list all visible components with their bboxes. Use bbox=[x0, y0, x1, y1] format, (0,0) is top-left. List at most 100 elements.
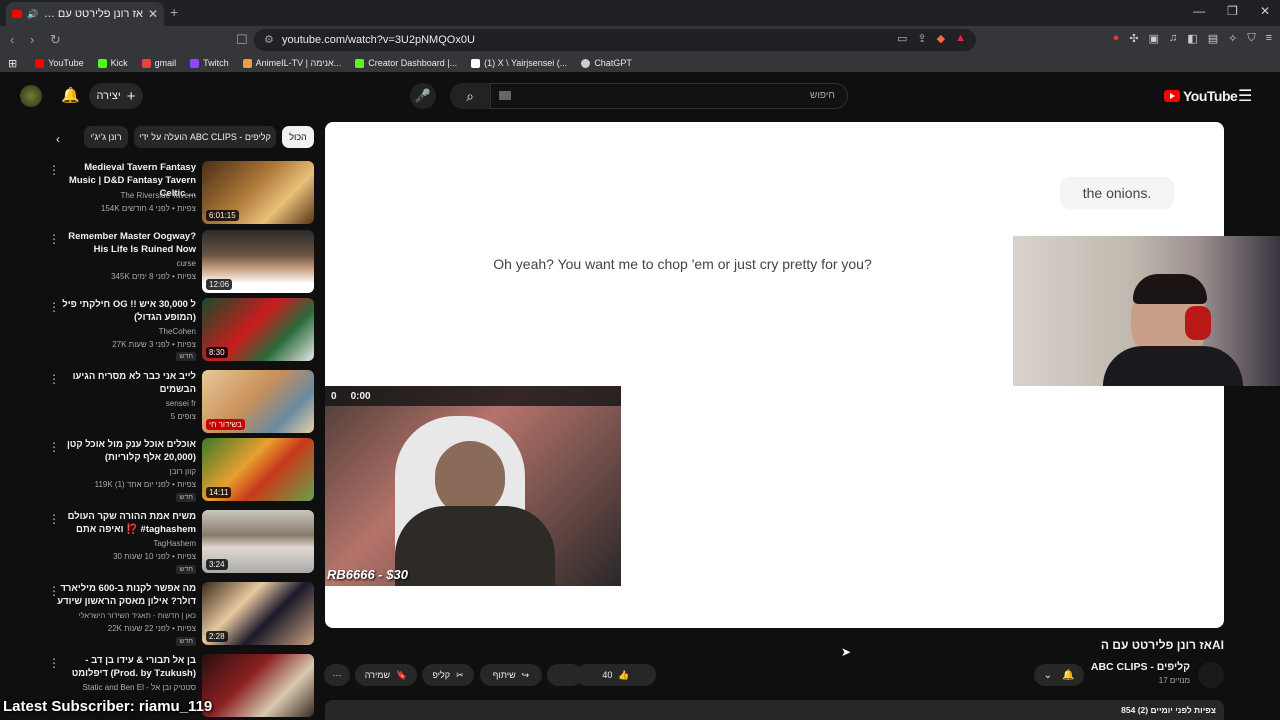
brave-shield-icon[interactable]: ◆ bbox=[937, 32, 945, 45]
share-icon[interactable]: ⇪ bbox=[917, 32, 926, 45]
recommendation-item[interactable]: בשידור חי לייב אני כבר לא מסריח הגיעו הב… bbox=[48, 370, 314, 434]
close-tab-icon[interactable]: ✕ bbox=[148, 7, 158, 21]
cast-icon[interactable]: ▭ bbox=[897, 32, 907, 45]
vpn-icon[interactable]: ⛉ bbox=[1247, 32, 1255, 45]
chip-all[interactable]: הכול bbox=[282, 126, 314, 148]
site-info-icon[interactable]: ⚙ bbox=[264, 33, 274, 46]
video-title[interactable]: חילקתי פיל OG ל 30,000 איש !! (המופע הגד… bbox=[56, 298, 196, 324]
create-button[interactable]: יצירה + bbox=[89, 83, 143, 109]
youtube-logo[interactable]: YouTube bbox=[1164, 88, 1238, 104]
channel-name[interactable]: Static and Ben El - סטטיק ובן אל bbox=[56, 683, 196, 692]
url-bar[interactable]: ⚙ youtube.com/watch?v=3U2pNMQOx0U ▭ ⇪ ◆ … bbox=[254, 29, 976, 51]
video-thumbnail[interactable]: 14:11 bbox=[202, 438, 314, 501]
more-options-icon[interactable]: ⋮ bbox=[48, 584, 60, 598]
channel-avatar[interactable] bbox=[1198, 662, 1224, 688]
channel-name-main[interactable]: ABC CLIPS - קליפים bbox=[1091, 661, 1190, 673]
bookmark-creator-dashboard[interactable]: Creator Dashboard |... bbox=[355, 58, 457, 68]
speaker-icon[interactable]: 🔊 bbox=[27, 9, 38, 20]
channel-name[interactable]: curse bbox=[56, 259, 196, 268]
bookmark-label: gmail bbox=[154, 58, 177, 68]
recommendation-item[interactable]: 3:24 משיח אמת ההורה שקר העולם ואיפה אתם … bbox=[48, 510, 314, 574]
video-thumbnail[interactable]: 2:28 bbox=[202, 582, 314, 645]
dislike-button[interactable] bbox=[547, 664, 583, 686]
reload-icon[interactable]: ↻ bbox=[50, 32, 61, 48]
more-options-icon[interactable]: ⋮ bbox=[48, 163, 60, 177]
video-title[interactable]: Remember Master Oogway? His Life Is Ruin… bbox=[56, 230, 196, 256]
back-icon[interactable]: ‹ bbox=[10, 32, 14, 47]
music-icon[interactable]: ♫ bbox=[1169, 32, 1177, 45]
search-button[interactable]: ⌕ bbox=[450, 83, 490, 109]
video-thumbnail[interactable]: 3:24 bbox=[202, 510, 314, 573]
extension-red-icon[interactable]: ● bbox=[1113, 32, 1120, 45]
browser-tab[interactable]: 🔊 אז רונן פלירטט עם הAI - YouTube ✕ bbox=[6, 2, 164, 26]
more-options-icon[interactable]: ⋮ bbox=[48, 372, 60, 386]
close-window-button[interactable]: ✕ bbox=[1260, 4, 1270, 18]
video-title[interactable]: אוכלים אוכל ענק מול אוכל קטן (20,000 אלף… bbox=[56, 438, 196, 464]
guide-menu-icon[interactable]: ☰ bbox=[1238, 86, 1252, 106]
more-options-icon[interactable]: ⋮ bbox=[48, 512, 60, 526]
channel-name[interactable]: sensei fr bbox=[56, 399, 196, 408]
keyboard-icon[interactable] bbox=[499, 91, 511, 100]
notifications-bell-icon[interactable]: 🔔 bbox=[61, 86, 80, 104]
screenshot-icon[interactable]: ▣ bbox=[1149, 32, 1159, 45]
voice-search-icon[interactable]: 🎤 bbox=[410, 83, 436, 109]
bookmark-animeil[interactable]: AnimeIL-TV | אנימה... bbox=[242, 58, 341, 68]
recommendation-item[interactable]: 8:30 חילקתי פיל OG ל 30,000 איש !! (המופ… bbox=[48, 298, 314, 362]
bookmark-icon: 🔖 bbox=[396, 669, 408, 680]
save-button[interactable]: שמירה 🔖 bbox=[355, 664, 417, 686]
video-thumbnail[interactable] bbox=[202, 654, 314, 717]
recommendation-item[interactable]: 6:01:15 Medieval Tavern Fantasy Music | … bbox=[48, 161, 314, 225]
channel-name[interactable]: קוון רובן bbox=[56, 467, 196, 476]
video-thumbnail[interactable]: 8:30 bbox=[202, 298, 314, 361]
wallet-icon[interactable]: ▤ bbox=[1208, 32, 1218, 45]
share-button[interactable]: שיתוף ↪ bbox=[480, 664, 542, 686]
channel-name[interactable]: TagHashem bbox=[56, 539, 196, 548]
recommendation-item[interactable]: 14:11 אוכלים אוכל ענק מול אוכל קטן (20,0… bbox=[48, 438, 314, 502]
bookmark-youtube[interactable]: YouTube bbox=[35, 58, 84, 68]
more-options-icon[interactable]: ⋮ bbox=[48, 440, 60, 454]
bookmark-star-icon[interactable]: ☐ bbox=[236, 32, 248, 48]
sidebar-icon[interactable]: ◧ bbox=[1187, 32, 1197, 45]
bookmark-gmail[interactable]: gmail bbox=[141, 58, 177, 68]
video-thumbnail[interactable]: בשידור חי bbox=[202, 370, 314, 433]
maximize-button[interactable]: ❐ bbox=[1227, 4, 1238, 18]
chip-uploaded-by[interactable]: הועלה על ידי ABC CLIPS - קליפים bbox=[134, 126, 276, 148]
minimize-button[interactable]: — bbox=[1193, 4, 1205, 18]
channel-name[interactable]: TheCohen bbox=[56, 327, 196, 336]
more-options-icon[interactable]: ⋮ bbox=[48, 232, 60, 246]
bookmark-kick[interactable]: Kick bbox=[97, 58, 128, 68]
channel-name[interactable]: כאן | חדשות - תאגיד השידור הישראלי bbox=[56, 611, 196, 620]
clip-button[interactable]: קליפ ✂ bbox=[422, 664, 474, 686]
browser-menu-icon[interactable]: ≡ bbox=[1266, 32, 1272, 45]
more-options-icon[interactable]: ⋮ bbox=[48, 300, 60, 314]
chip-ronen[interactable]: רונן ג'יג'י bbox=[84, 126, 128, 148]
video-title[interactable]: לייב אני כבר לא מסריח הגיעו הבשמים bbox=[56, 370, 196, 396]
account-avatar[interactable] bbox=[20, 85, 42, 107]
more-actions-button[interactable]: ··· bbox=[324, 664, 350, 686]
video-title[interactable]: משיח אמת ההורה שקר העולם ואיפה אתם ⁉️ #t… bbox=[56, 510, 196, 536]
recommendation-item[interactable]: 2:28 מה אפשר לקנות ב-600 מיליארד דולר? א… bbox=[48, 582, 314, 646]
description-box[interactable] bbox=[325, 700, 1224, 720]
video-thumbnail[interactable]: 12:06 bbox=[202, 230, 314, 293]
search-input[interactable]: חיפוש bbox=[490, 83, 848, 109]
stream-timer: 0:00 bbox=[350, 390, 371, 402]
new-tab-button[interactable]: + bbox=[170, 4, 178, 20]
like-count[interactable]: 40 bbox=[602, 670, 612, 680]
more-options-icon[interactable]: ⋮ bbox=[48, 656, 60, 670]
apps-icon[interactable]: ⊞ bbox=[8, 57, 17, 70]
video-title[interactable]: בן אל תבורי & עידו בן דב - דיפלומט (Prod… bbox=[56, 654, 196, 680]
leo-icon[interactable]: ✧ bbox=[1228, 32, 1237, 45]
forward-icon[interactable]: › bbox=[30, 32, 34, 47]
video-title[interactable]: מה אפשר לקנות ב-600 מיליארד דולר? אילון … bbox=[56, 582, 196, 608]
channel-name[interactable]: The Riverside Tavern bbox=[56, 191, 196, 200]
extensions-icon[interactable]: ✣ bbox=[1129, 32, 1138, 45]
recommendation-item[interactable]: 12:06 Remember Master Oogway? His Life I… bbox=[48, 230, 314, 294]
bookmark-twitch[interactable]: Twitch bbox=[190, 58, 229, 68]
like-icon[interactable]: 👍 bbox=[618, 670, 629, 681]
bookmark-x[interactable]: (1) X \ Yairjsensei (... bbox=[471, 58, 567, 68]
bookmark-chatgpt[interactable]: ChatGPT bbox=[581, 58, 632, 68]
video-thumbnail[interactable]: 6:01:15 bbox=[202, 161, 314, 224]
subscription-bell-button[interactable]: ⌄ 🔔 bbox=[1034, 664, 1084, 686]
latest-subscriber-overlay: Latest Subscriber: riamu_119 bbox=[3, 698, 213, 715]
rewards-icon[interactable]: ▲ bbox=[955, 32, 966, 45]
